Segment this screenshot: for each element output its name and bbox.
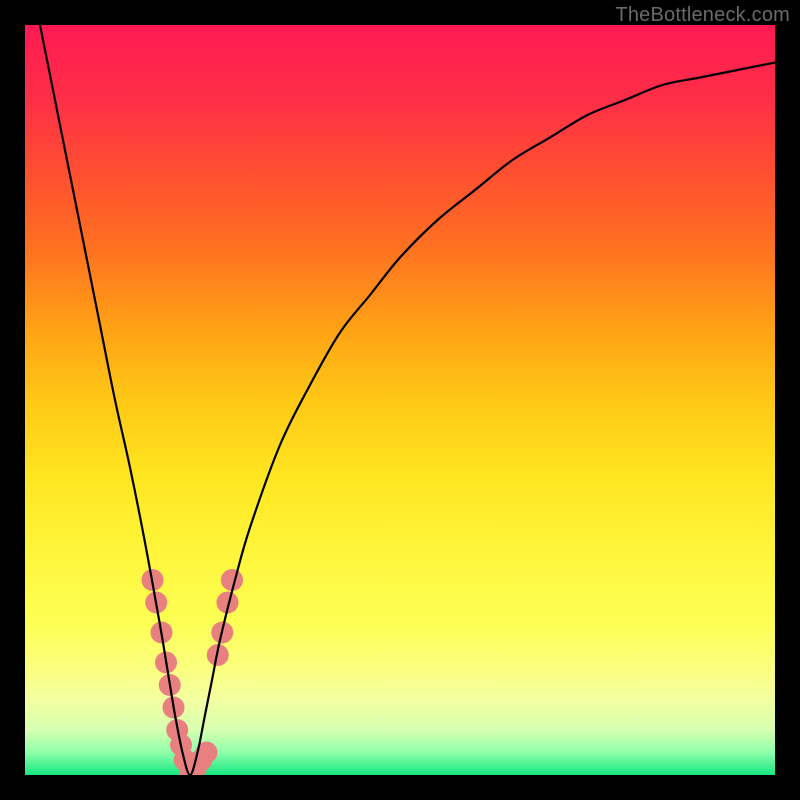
watermark-text: TheBottleneck.com	[615, 4, 790, 27]
gradient-background	[25, 25, 775, 775]
chart-frame: TheBottleneck.com	[0, 0, 800, 800]
plot-area	[25, 25, 775, 775]
